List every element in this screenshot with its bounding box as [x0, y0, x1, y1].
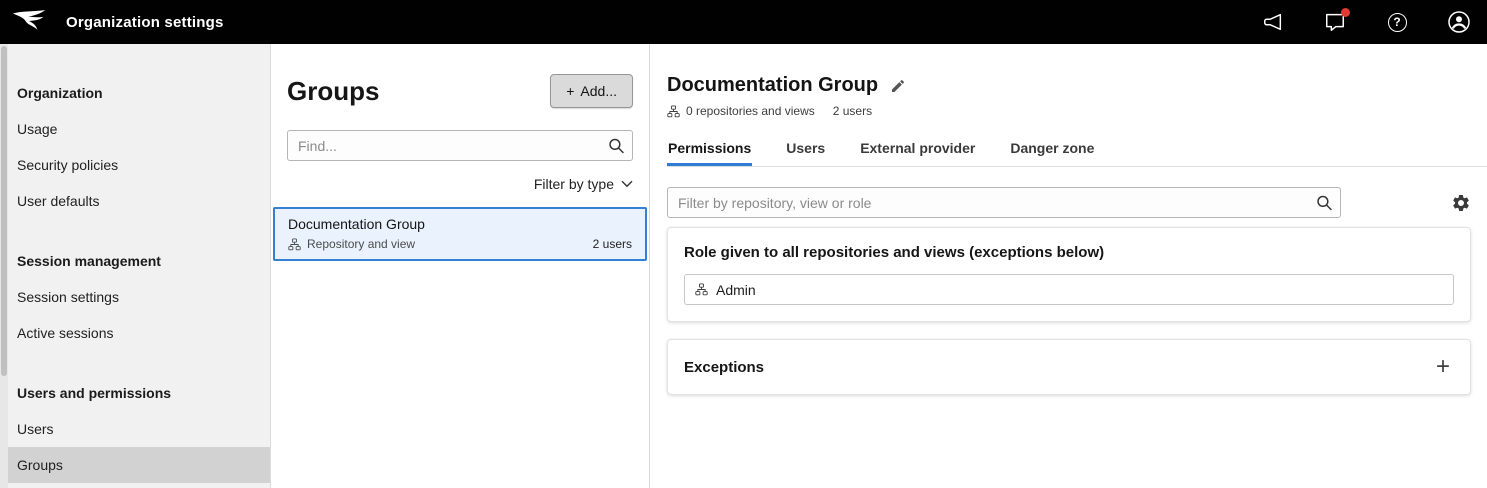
- role-icon: [695, 283, 708, 296]
- announcements-icon[interactable]: [1261, 10, 1285, 34]
- logo[interactable]: [12, 9, 52, 35]
- add-group-button[interactable]: + Add...: [550, 74, 633, 108]
- filter-by-type-dropdown[interactable]: Filter by type: [534, 176, 633, 192]
- add-group-label: Add...: [580, 83, 617, 99]
- role-value: Admin: [716, 282, 756, 298]
- falcon-logo-icon: [12, 9, 46, 35]
- tab-danger-zone[interactable]: Danger zone: [1009, 140, 1095, 166]
- edit-icon[interactable]: [890, 78, 906, 94]
- sidebar-scrollbar-thumb[interactable]: [1, 46, 7, 376]
- settings-sidebar: Organization Usage Security policies Use…: [0, 44, 271, 488]
- sidebar-section-organization: Organization: [0, 75, 270, 111]
- exceptions-heading: Exceptions: [684, 359, 764, 376]
- sidebar-item-user-defaults[interactable]: User defaults: [0, 183, 270, 219]
- sidebar-scrollbar[interactable]: [0, 44, 8, 488]
- account-icon[interactable]: [1447, 10, 1471, 34]
- users-summary: 2 users: [833, 104, 872, 118]
- group-name: Documentation Group: [288, 216, 632, 232]
- permissions-filter-input[interactable]: [667, 187, 1341, 218]
- exceptions-card: Exceptions +: [667, 339, 1471, 395]
- search-icon: [608, 137, 625, 154]
- add-exception-button[interactable]: +: [1432, 357, 1454, 377]
- notification-dot: [1341, 8, 1350, 17]
- question-mark-glyph: ?: [1388, 13, 1407, 32]
- detail-tabs: Permissions Users External provider Dang…: [667, 140, 1487, 167]
- feedback-icon[interactable]: [1323, 10, 1347, 34]
- repository-icon: [667, 105, 680, 118]
- sidebar-section-gap: [0, 351, 270, 375]
- sidebar-item-groups[interactable]: Groups: [0, 447, 270, 483]
- role-card: Role given to all repositories and views…: [667, 227, 1471, 322]
- repository-icon: [288, 238, 301, 251]
- sidebar-item-usage[interactable]: Usage: [0, 111, 270, 147]
- sidebar-section-users-and-permissions: Users and permissions: [0, 375, 270, 411]
- search-icon: [1316, 194, 1333, 211]
- gear-icon[interactable]: [1451, 193, 1471, 213]
- groups-panel: Groups + Add... Filter by type Documenta…: [271, 44, 650, 488]
- chevron-down-icon: [621, 180, 633, 188]
- page-title: Organization settings: [66, 14, 224, 31]
- groups-title: Groups: [287, 76, 379, 107]
- find-input[interactable]: [287, 130, 633, 161]
- tab-external-provider[interactable]: External provider: [859, 140, 976, 166]
- tab-users[interactable]: Users: [785, 140, 826, 166]
- group-item-subrow: Repository and view 2 users: [288, 237, 632, 251]
- group-list-item[interactable]: Documentation Group Repository and view …: [273, 207, 647, 261]
- topbar: Organization settings ?: [0, 0, 1487, 44]
- permissions-filter-field: [667, 187, 1341, 218]
- repos-summary: 0 repositories and views: [686, 104, 815, 118]
- filter-row: Filter by type: [287, 176, 633, 192]
- topbar-actions: ?: [1261, 10, 1471, 34]
- filter-by-type-label: Filter by type: [534, 176, 614, 192]
- group-summary: 0 repositories and views 2 users: [667, 104, 1471, 118]
- role-card-heading: Role given to all repositories and views…: [684, 244, 1454, 261]
- find-field: [287, 130, 633, 161]
- groups-panel-header: Groups + Add...: [287, 74, 633, 108]
- sidebar-item-security-policies[interactable]: Security policies: [0, 147, 270, 183]
- sidebar-item-active-sessions[interactable]: Active sessions: [0, 315, 270, 351]
- sidebar-item-users[interactable]: Users: [0, 411, 270, 447]
- role-select[interactable]: Admin: [684, 274, 1454, 305]
- plus-icon: +: [566, 83, 574, 99]
- main-layout: Organization Usage Security policies Use…: [0, 44, 1487, 488]
- group-detail: Documentation Group 0 repositories and v…: [650, 44, 1487, 488]
- tab-permissions[interactable]: Permissions: [667, 140, 752, 166]
- help-icon[interactable]: ?: [1385, 10, 1409, 34]
- group-type: Repository and view: [307, 237, 415, 251]
- sidebar-section-session-management: Session management: [0, 243, 270, 279]
- group-detail-title: Documentation Group: [667, 74, 878, 97]
- detail-title-row: Documentation Group: [667, 74, 1471, 97]
- sidebar-item-session-settings[interactable]: Session settings: [0, 279, 270, 315]
- group-users-count: 2 users: [593, 237, 632, 251]
- permissions-filter-row: [667, 187, 1471, 218]
- sidebar-section-gap: [0, 219, 270, 243]
